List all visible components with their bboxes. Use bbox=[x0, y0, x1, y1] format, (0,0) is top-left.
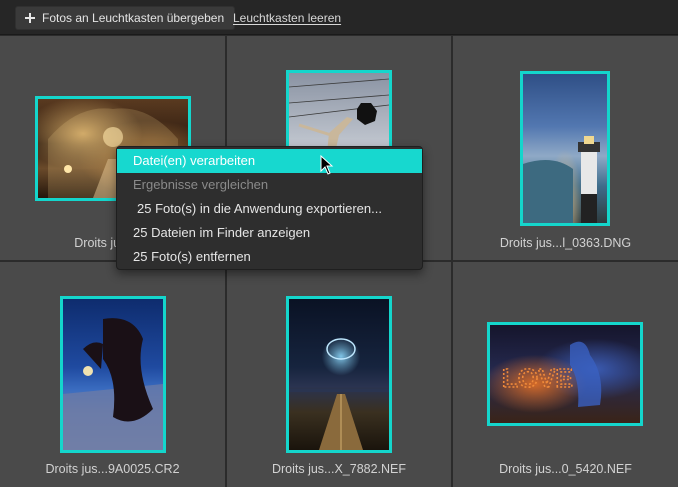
menu-item-compare-results: Ergebnisse vergleichen bbox=[133, 177, 269, 192]
lighthouse-photo bbox=[523, 74, 607, 223]
thumbnail-cell[interactable]: Droits jus...9A0025.CR2 bbox=[0, 262, 225, 487]
plus-icon bbox=[24, 12, 36, 24]
menu-item-export-photos[interactable]: 25 Foto(s) in die Anwendung exportieren.… bbox=[117, 197, 422, 221]
add-to-lightbox-button[interactable]: Fotos an Leuchtkasten übergeben bbox=[15, 6, 236, 30]
thumbnail-cell[interactable]: Droits jus...X_7882.NEF bbox=[227, 262, 451, 487]
clear-lightbox-link[interactable]: Leuchtkasten leeren bbox=[233, 11, 341, 25]
mouse-cursor-icon bbox=[320, 155, 334, 175]
thumbnail-image[interactable] bbox=[286, 296, 392, 453]
thumbnail-caption: Droits jus...X_7882.NEF bbox=[271, 462, 407, 476]
thumbnail-caption: Droits jus...0_5420.NEF bbox=[499, 462, 632, 476]
menu-item-show-in-finder[interactable]: 25 Dateien im Finder anzeigen bbox=[117, 221, 422, 245]
menu-item-remove-photos[interactable]: 25 Foto(s) entfernen bbox=[117, 245, 422, 269]
night-pier-photo bbox=[289, 299, 389, 450]
context-menu: Datei(en) verarbeiten Ergebnisse verglei… bbox=[116, 146, 423, 270]
thumbnail-cell[interactable]: Droits jus...l_0363.DNG bbox=[453, 36, 678, 260]
svg-text:LOVE: LOVE bbox=[502, 363, 573, 393]
thumbnail-image[interactable] bbox=[520, 71, 610, 226]
love-lights-photo: LOVE bbox=[490, 325, 640, 423]
thumbnail-caption: Droits jus...9A0025.CR2 bbox=[45, 462, 180, 476]
thumbnail-image[interactable]: LOVE bbox=[487, 322, 643, 426]
thumbnail-caption: Droits jus...l_0363.DNG bbox=[499, 236, 632, 250]
toolbar: Fotos an Leuchtkasten übergeben Leuchtka… bbox=[0, 0, 678, 35]
dancer-photo bbox=[63, 299, 163, 450]
thumbnail-image[interactable] bbox=[60, 296, 166, 453]
thumbnail-cell[interactable]: LOVE Droits jus...0_5420.NEF bbox=[453, 262, 678, 487]
add-to-lightbox-label: Fotos an Leuchtkasten übergeben bbox=[42, 11, 225, 25]
menu-item-process-files[interactable]: Datei(en) verarbeiten bbox=[117, 149, 422, 173]
